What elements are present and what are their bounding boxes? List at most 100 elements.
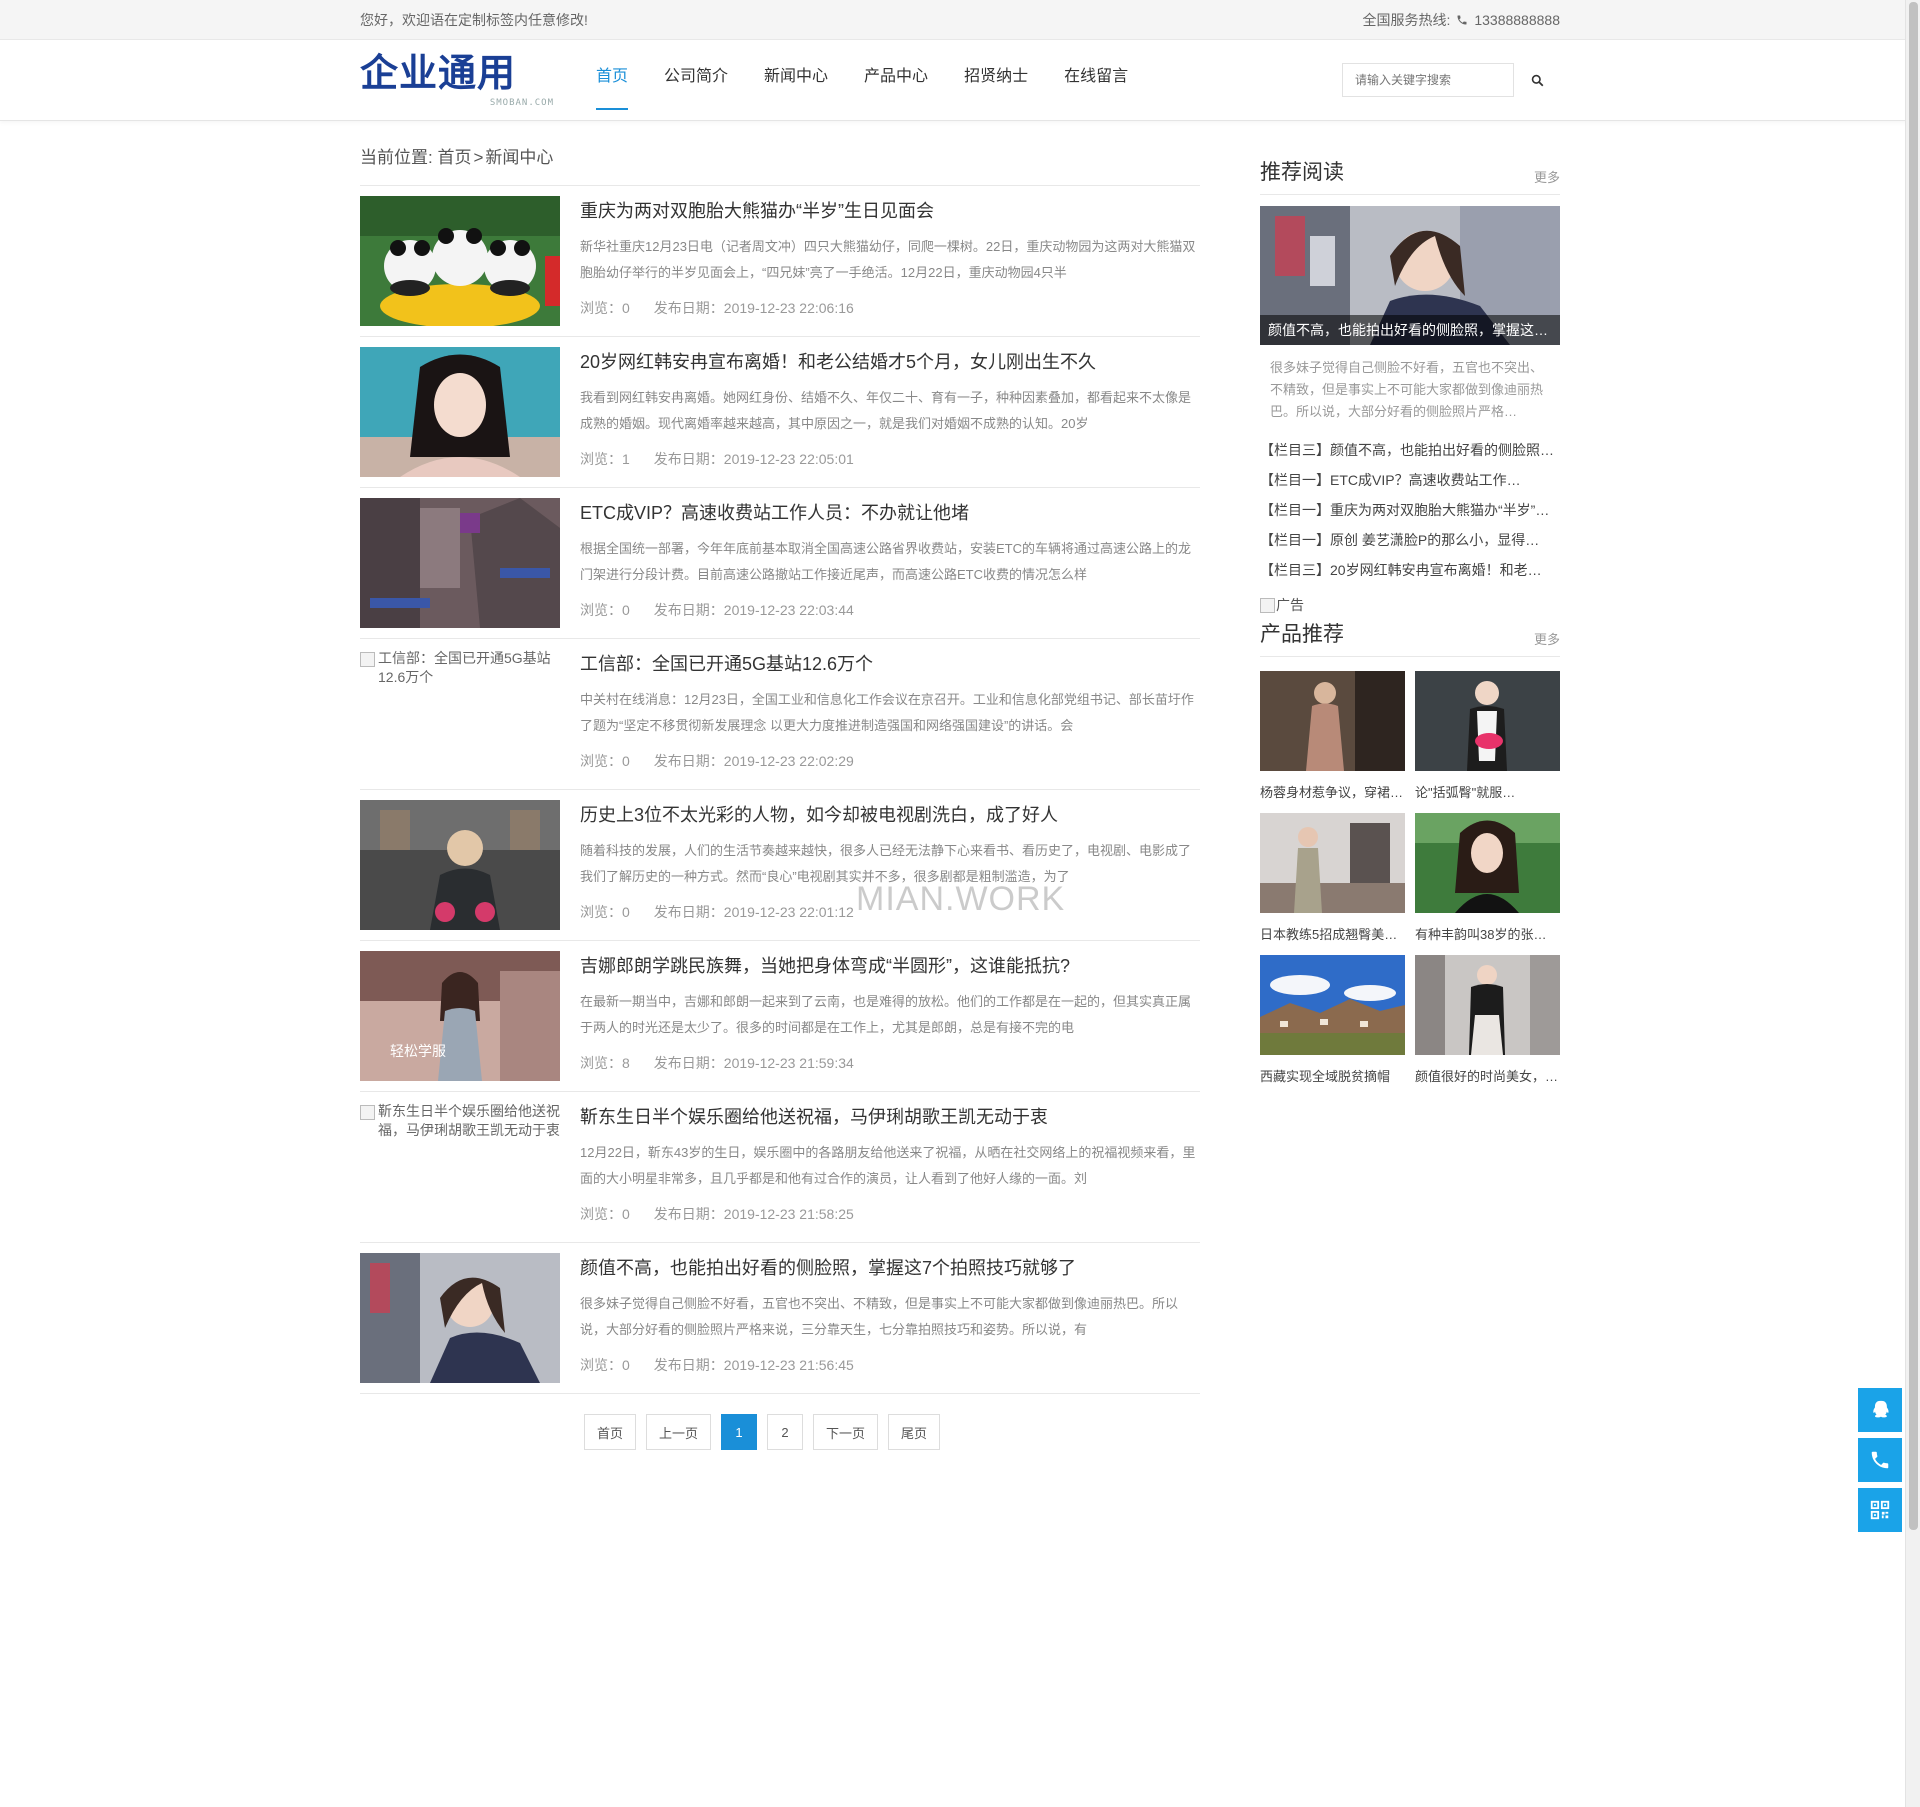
main-nav: 首页 公司简介 新闻中心 产品中心 招贤纳士 在线留言 (596, 40, 1164, 120)
article-meta: 浏览：0 发布日期：2019-12-23 22:02:29 (580, 751, 1200, 771)
article-thumbnail[interactable] (360, 196, 560, 326)
article-thumbnail[interactable] (360, 498, 560, 628)
product-card[interactable]: 日本教练5招成翘臀美女… (1260, 813, 1405, 941)
article-body: 吉娜郎朗学跳民族舞，当她把身体弯成“半圆形”，这谁能抵抗? 在最新一期当中，吉娜和… (560, 951, 1200, 1082)
recommend-list-item[interactable]: 【栏目一】重庆为两对双胞胎大熊猫办“半岁”生日见面会 (1260, 495, 1560, 525)
article-summary: 12月22日，靳东43岁的生日，娱乐圈中的各路朋友给他送来了祝福，从晒在社交网络… (580, 1145, 1196, 1186)
nav-item-jobs[interactable]: 招贤纳士 (964, 40, 1028, 120)
page-number-1[interactable]: 1 (721, 1414, 757, 1450)
recommend-list-item[interactable]: 【栏目三】20岁网红韩安冉宣布离婚！和老… (1260, 555, 1560, 585)
product-caption[interactable]: 颜值很好的时尚美女，… (1415, 1066, 1560, 1083)
article-title[interactable]: 吉娜郎朗学跳民族舞，当她把身体弯成“半圆形”，这谁能抵抗? (580, 953, 1200, 979)
date-label: 发布日期： (653, 753, 724, 769)
date-value: 2019-12-23 21:58:25 (723, 1206, 854, 1222)
product-image[interactable] (1260, 671, 1405, 771)
welcome-text: 您好，欢迎语在定制标签内任意修改! (360, 12, 588, 28)
article-item[interactable]: 颜值不高，也能拍出好看的侧脸照，掌握这7个拍照技巧就够了 很多妹子觉得自己侧脸不好… (360, 1243, 1200, 1394)
views-count: 0 (622, 300, 630, 316)
article-item[interactable]: 轻松学服 吉娜郎朗学跳民族舞，当她把身体弯成“半圆形”，这谁能抵抗? 在最新一期当中… (360, 941, 1200, 1092)
article-title[interactable]: 20岁网红韩安冉宣布离婚！和老公结婚才5个月，女儿刚出生不久 (580, 349, 1200, 375)
product-image[interactable] (1415, 671, 1560, 771)
breadcrumb-home[interactable]: 首页 (437, 148, 471, 167)
article-summary: 根据全国统一部署，今年年底前基本取消全国高速公路省界收费站，安装ETC的车辆将通… (580, 541, 1192, 582)
article-thumbnail[interactable] (360, 1253, 560, 1383)
site-logo[interactable]: 企业通用 SMOBAN.COM (360, 50, 560, 110)
views-count: 0 (622, 753, 630, 769)
product-image[interactable] (1260, 813, 1405, 913)
article-summary: 在最新一期当中，吉娜和郎朗一起来到了云南，也是难得的放松。他们的工作都是在一起的… (580, 994, 1192, 1035)
vertical-scrollbar[interactable] (1905, 0, 1920, 1807)
search-input[interactable] (1342, 63, 1514, 97)
nav-item-products[interactable]: 产品中心 (864, 40, 928, 120)
article-item[interactable]: 20岁网红韩安冉宣布离婚！和老公结婚才5个月，女儿刚出生不久 我看到网红韩安冉离婚… (360, 337, 1200, 488)
article-title[interactable]: 工信部：全国已开通5G基站12.6万个 (580, 651, 1200, 677)
article-title[interactable]: 靳东生日半个娱乐圈给他送祝福，马伊琍胡歌王凯无动于衷 (580, 1104, 1200, 1130)
product-caption[interactable]: 日本教练5招成翘臀美女… (1260, 924, 1405, 941)
date-value: 2019-12-23 22:01:12 (723, 904, 854, 920)
article-item[interactable]: ETC成VIP？高速收费站工作人员：不办就让他堵根据全国统一部署，今年年底前基本… (360, 488, 1200, 639)
article-thumbnail[interactable]: 靳东生日半个娱乐圈给他送祝福，马伊琍胡歌王凯无动于衷 (360, 1102, 560, 1232)
products-more-link[interactable]: 更多 (1534, 629, 1560, 648)
article-body: 工信部：全国已开通5G基站12.6万个 中关村在线消息：12月23日，全国工业和信… (560, 649, 1200, 780)
recommend-more-link[interactable]: 更多 (1534, 167, 1560, 186)
page-first-button[interactable]: 首页 (583, 1414, 636, 1450)
recommend-list-item[interactable]: 【栏目三】颜值不高，也能拍出好看的侧脸照，掌握这7个拍照技巧就够了 (1260, 435, 1560, 465)
product-image[interactable] (1415, 955, 1560, 1055)
product-image[interactable] (1415, 813, 1560, 913)
views-label: 浏览： (580, 753, 622, 769)
search-button[interactable] (1514, 63, 1560, 97)
product-card[interactable]: 杨蓉身材惹争议，穿裙子… (1260, 671, 1405, 799)
scrollbar-thumb[interactable] (1909, 2, 1918, 1530)
product-card[interactable]: 颜值很好的时尚美女，… (1415, 955, 1560, 1083)
article-item[interactable]: 重庆为两对双胞胎大熊猫办“半岁”生日见面会新华社重庆12月23日电（记者周文冲）… (360, 186, 1200, 337)
views-label: 浏览： (580, 602, 622, 618)
page-last-button[interactable]: 尾页 (888, 1414, 941, 1450)
product-caption[interactable]: 论"括弧臀"就服… (1415, 782, 1560, 799)
views-label: 浏览： (580, 1055, 622, 1071)
recommend-list-item[interactable]: 【栏目一】ETC成VIP？高速收费站工作… (1260, 465, 1560, 495)
site-header: 企业通用 SMOBAN.COM 首页 公司简介 新闻中心 产品中心 招贤纳士 在… (0, 40, 1920, 121)
article-thumbnail[interactable] (360, 347, 560, 477)
page-number-2[interactable]: 2 (767, 1414, 803, 1450)
article-item[interactable]: 工信部：全国已开通5G基站12.6万个 工信部：全国已开通5G基站12.6万个 中关… (360, 639, 1200, 790)
qq-button[interactable] (1858, 1388, 1902, 1432)
article-title[interactable]: 重庆为两对双胞胎大熊猫办“半岁”生日见面会 (580, 198, 1200, 224)
article-title[interactable]: 历史上3位不太光彩的人物，如今却被电视剧洗白，成了好人 (580, 802, 1200, 828)
product-card[interactable]: 有种丰韵叫38岁的张… (1415, 813, 1560, 941)
page-next-button[interactable]: 下一页 (813, 1414, 879, 1450)
article-views: 浏览：0 (580, 298, 630, 318)
product-card[interactable]: 论"括弧臀"就服… (1415, 671, 1560, 799)
article-title[interactable]: ETC成VIP？高速收费站工作人员：不办就让他堵 (580, 500, 1200, 526)
product-caption[interactable]: 有种丰韵叫38岁的张… (1415, 924, 1560, 941)
article-title[interactable]: 颜值不高，也能拍出好看的侧脸照，掌握这7个拍照技巧就够了 (580, 1255, 1200, 1281)
main-column: 当前位置: 首页 > 新闻中心 重庆为两对双胞胎大熊猫办“半岁”生日见面会 新华社重庆… (360, 143, 1200, 1450)
product-caption[interactable]: 西藏实现全域脱贫摘帽 (1260, 1066, 1405, 1083)
phone-small-icon (1457, 15, 1467, 25)
nav-item-message[interactable]: 在线留言 (1064, 40, 1128, 120)
nav-item-about[interactable]: 公司简介 (664, 40, 728, 120)
nav-item-home[interactable]: 首页 (596, 40, 629, 120)
article-summary: 新华社重庆12月23日电（记者周文冲）四只大熊猫幼仔，同爬一棵树。22日，重庆动… (580, 239, 1196, 280)
hotline-label: 全国服务热线: (1362, 12, 1451, 28)
nav-item-news[interactable]: 新闻中心 (764, 40, 828, 120)
recommend-feature[interactable]: 颜值不高，也能拍出好看的侧脸照，掌握这7个拍照技巧就够了 (1260, 206, 1560, 345)
product-image[interactable] (1260, 955, 1405, 1055)
hotline-number[interactable]: 13388888888 (1474, 12, 1560, 28)
article-thumbnail[interactable]: 轻松学服 (360, 951, 560, 1081)
qrcode-button[interactable] (1858, 1488, 1902, 1532)
article-item[interactable]: 靳东生日半个娱乐圈给他送祝福，马伊琍胡歌王凯无动于衷 靳东生日半个娱乐圈给他送祝福… (360, 1092, 1200, 1243)
views-label: 浏览： (580, 451, 622, 467)
views-label: 浏览： (580, 300, 622, 316)
views-label: 浏览： (580, 1206, 622, 1222)
recommend-list-item[interactable]: 【栏目一】原创 姜艺潇脸P的那么小，显得… (1260, 525, 1560, 555)
hotline: 全国服务热线: 13388888888 (1362, 10, 1560, 30)
article-thumbnail[interactable] (360, 800, 560, 930)
article-thumbnail[interactable]: 工信部：全国已开通5G基站12.6万个 (360, 649, 560, 779)
breadcrumb-news[interactable]: 新闻中心 (485, 148, 553, 167)
product-caption[interactable]: 杨蓉身材惹争议，穿裙子… (1260, 782, 1405, 799)
page-prev-button[interactable]: 上一页 (645, 1414, 711, 1450)
product-card[interactable]: 西藏实现全域脱贫摘帽 (1260, 955, 1405, 1083)
article-item[interactable]: 历史上3位不太光彩的人物，如今却被电视剧洗白，成了好人 随着科技的发展，人们的生活… (360, 790, 1200, 941)
ad-image[interactable]: 广告 (1260, 595, 1560, 617)
phone-button[interactable] (1858, 1438, 1902, 1482)
